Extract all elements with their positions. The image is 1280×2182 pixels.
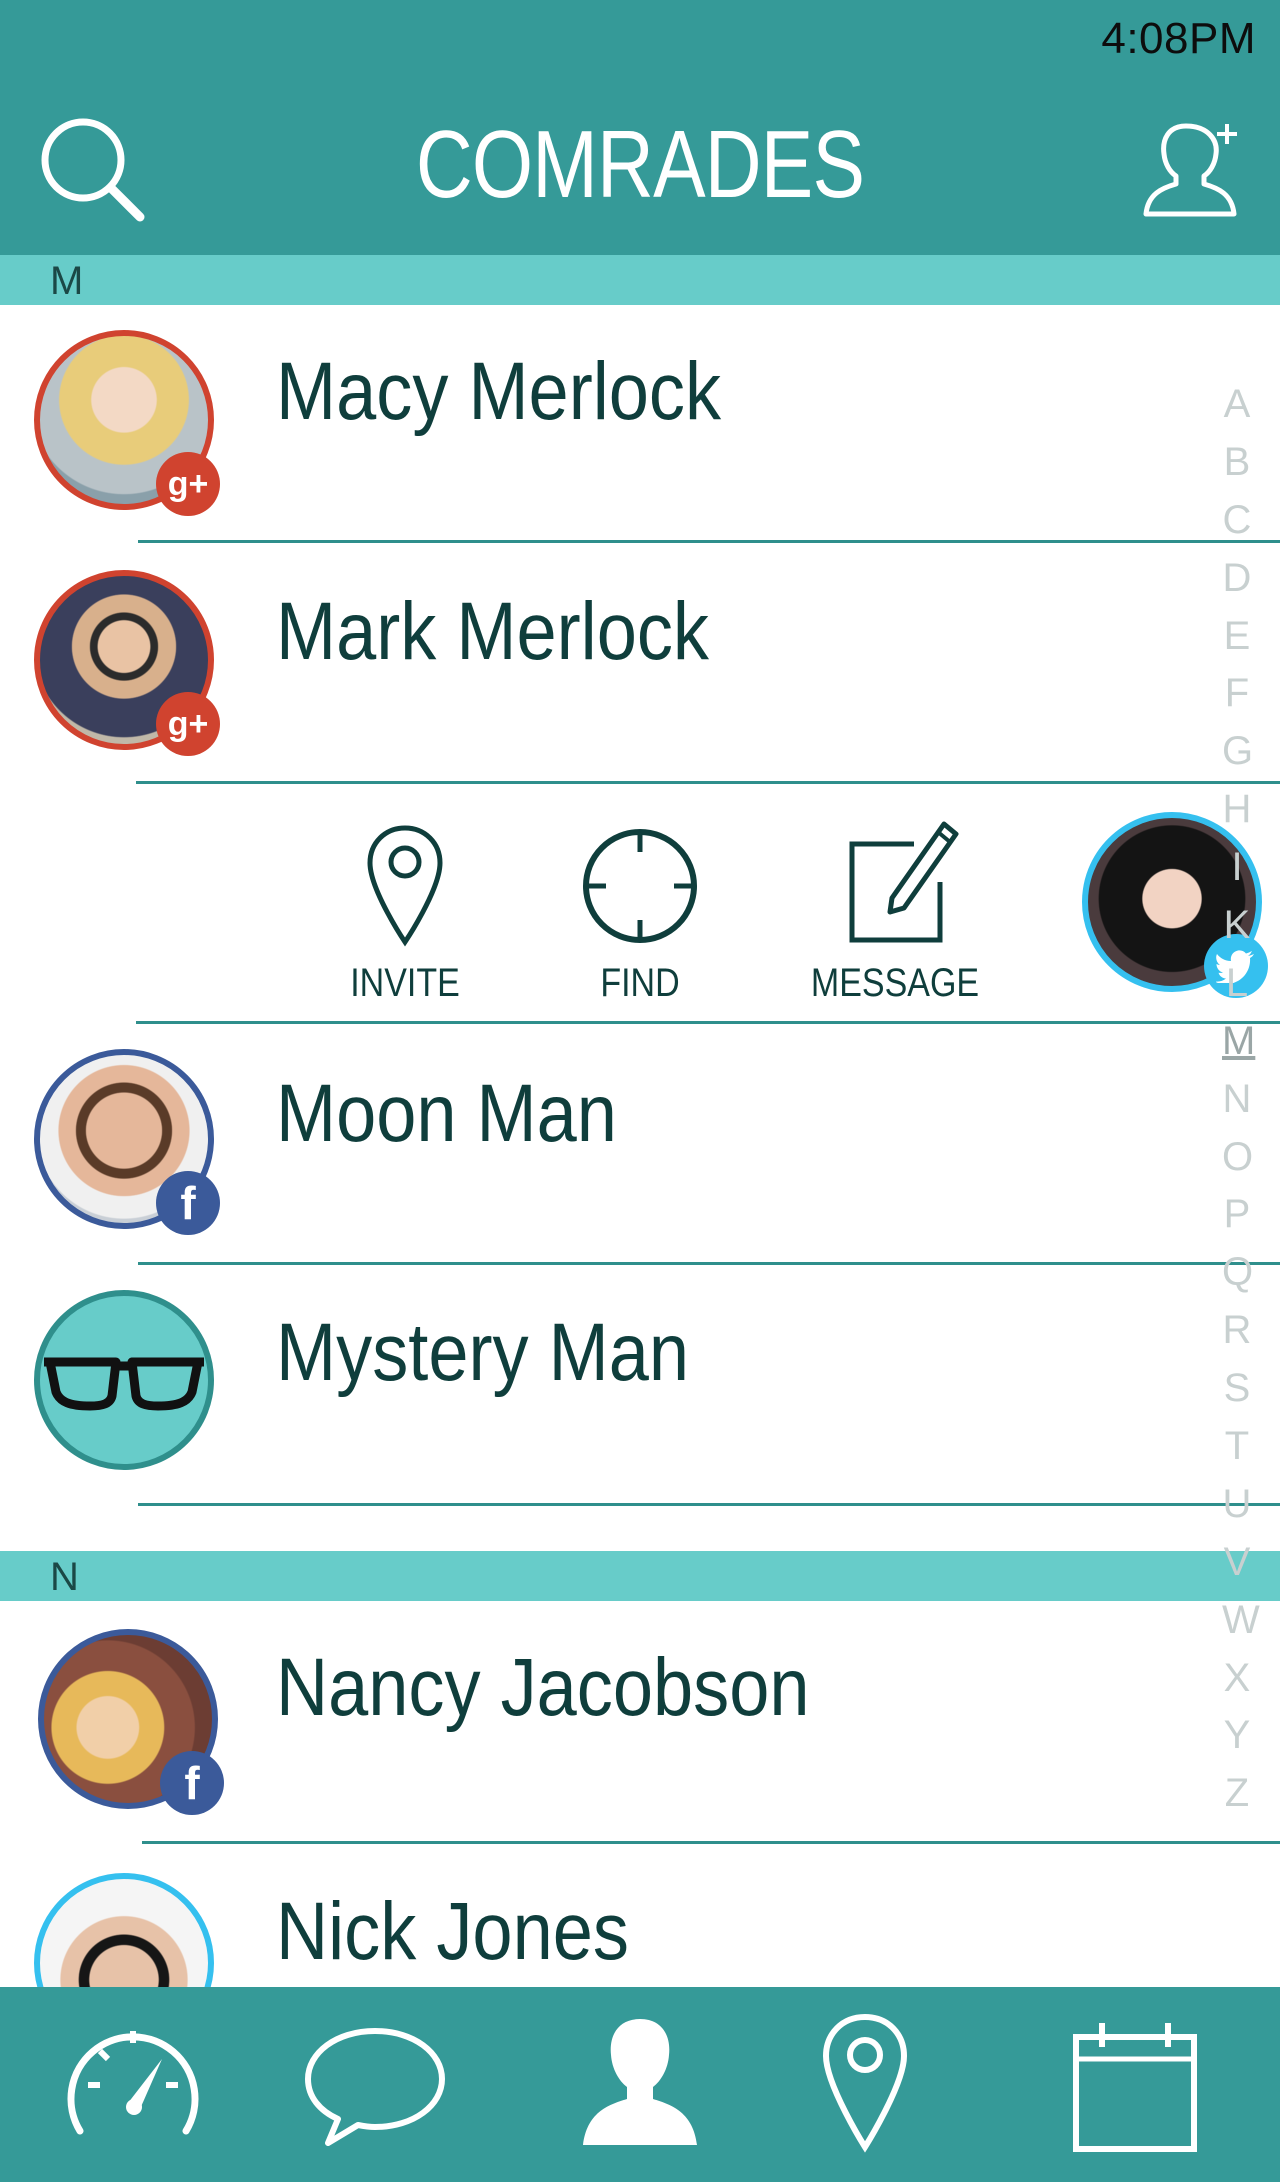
index-letter-g[interactable]: G [1222,723,1253,781]
contact-name: Nick Jones [276,1886,629,1977]
index-letter-x[interactable]: X [1222,1650,1252,1708]
tab-bar [0,1987,1280,2182]
contacts-icon [583,2019,697,2145]
index-letter-q[interactable]: Q [1222,1244,1253,1302]
find-label: FIND [600,961,680,1005]
contact-row[interactable]: Mystery Man [0,1266,1280,1506]
divider [142,1841,1280,1844]
index-letter-v[interactable]: V [1222,1534,1252,1592]
section-letter: N [50,1555,79,1599]
swiped-contact-row: INVITE FIND MESSAGE [0,784,1280,1024]
avatar: g+ [34,570,220,756]
avatar: f [34,1049,220,1235]
page-title: COMRADES [415,111,865,218]
index-letter-l[interactable]: L [1222,955,1252,1013]
divider [136,1021,1280,1024]
index-letter-o[interactable]: O [1222,1129,1253,1187]
dashboard-icon [67,2031,199,2135]
message-button[interactable]: MESSAGE [795,812,995,1006]
add-contact-icon[interactable] [1140,118,1240,218]
index-letter-h[interactable]: H [1222,781,1252,839]
index-letter-m[interactable]: M [1222,1013,1255,1071]
facebook-icon: f [156,1171,220,1235]
section-letter: M [50,259,84,303]
contact-row[interactable]: g+ Mark Merlock [0,545,1280,785]
invite-button[interactable]: INVITE [335,824,475,1006]
index-letter-n[interactable]: N [1222,1071,1252,1129]
contact-name: Moon Man [276,1068,617,1159]
divider [138,1503,1280,1506]
contact-row[interactable]: g+ Macy Merlock [0,305,1280,545]
section-header-n: N [0,1551,1280,1601]
index-letter-b[interactable]: B [1222,434,1252,492]
alphabet-index[interactable]: ABCDEFGHIKLMNOPQRSTUVWXYZ [1222,376,1260,1823]
google-plus-icon: g+ [156,452,220,516]
contact-row[interactable]: f Moon Man [0,1025,1280,1265]
index-letter-e[interactable]: E [1222,608,1252,666]
divider [138,540,1280,543]
index-letter-w[interactable]: W [1222,1592,1260,1650]
tab-chat[interactable] [300,2009,450,2159]
index-letter-d[interactable]: D [1222,550,1252,608]
index-letter-z[interactable]: Z [1222,1765,1252,1823]
tab-location[interactable] [790,2009,940,2159]
contact-name: Nancy Jacobson [276,1642,810,1733]
index-letter-k[interactable]: K [1222,897,1252,955]
location-pin-icon [822,2013,908,2153]
contact-name: Mystery Man [276,1307,689,1398]
avatar: f [38,1629,224,1815]
tab-dashboard[interactable] [58,2009,208,2159]
google-plus-icon: g+ [156,692,220,756]
contact-name: Mark Merlock [276,586,710,677]
avatar: g+ [34,330,220,516]
index-letter-f[interactable]: F [1222,665,1252,723]
index-letter-a[interactable]: A [1222,376,1252,434]
facebook-icon: f [160,1751,224,1815]
glasses-icon [44,1357,204,1411]
calendar-icon [1073,2023,1197,2152]
location-pin-icon [367,825,443,947]
tab-calendar[interactable] [1060,2009,1210,2159]
index-letter-y[interactable]: Y [1222,1707,1252,1765]
tab-contacts[interactable] [565,2009,715,2159]
message-label: MESSAGE [810,961,980,1005]
index-letter-t[interactable]: T [1222,1418,1252,1476]
compose-icon [849,821,959,943]
avatar [34,1290,214,1470]
find-button[interactable]: FIND [570,824,710,1006]
app-header: 4:08PM COMRADES [0,0,1280,255]
index-letter-s[interactable]: S [1222,1360,1252,1418]
status-time: 4:08PM [1101,14,1256,63]
index-letter-r[interactable]: R [1222,1302,1252,1360]
divider [138,1262,1280,1265]
chat-icon [305,2028,445,2146]
index-letter-u[interactable]: U [1222,1476,1252,1534]
section-header-m: M [0,255,1280,305]
contact-row[interactable]: f Nancy Jacobson [0,1601,1280,1841]
index-letter-c[interactable]: C [1222,492,1252,550]
index-letter-p[interactable]: P [1222,1186,1252,1244]
invite-label: INVITE [350,961,460,1005]
contact-name: Macy Merlock [276,346,722,437]
index-letter-i[interactable]: I [1222,839,1252,897]
crosshair-icon [583,829,697,943]
